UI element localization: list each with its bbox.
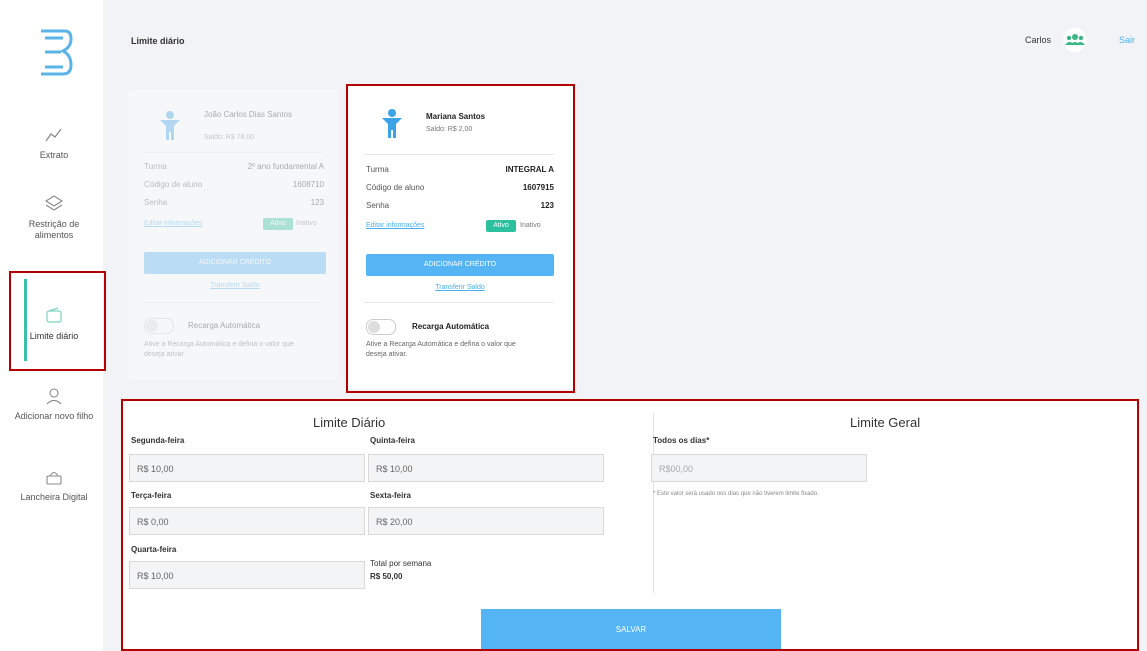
sidebar-item-label: Extrato [39,150,69,160]
transfer-balance-link[interactable]: Transferir Saldo [366,284,554,291]
password-label: Senha [144,198,168,207]
save-button[interactable]: SALVAR [481,609,781,651]
wednesday-label: Quarta-feira [131,545,177,554]
auto-recharge-switch[interactable] [144,318,174,334]
tuesday-label: Terça-feira [131,491,172,500]
exit-link[interactable]: Sair [1119,35,1135,45]
inactive-label: Inativo [296,220,317,227]
layers-icon [44,195,64,211]
topbar: Limite diário Carlos Sair [103,0,1147,80]
child-icon [160,111,180,140]
student-balance: Saldo: R$ 78,00 [204,134,255,141]
main-area: Limite diário Carlos Sair João Carlos Di… [103,0,1147,651]
total-week-value: R$ 50,00 [370,572,403,581]
monday-input[interactable]: R$ 10,00 [129,454,365,482]
password-label: Senha [366,201,390,210]
active-toggle[interactable]: Ativo [263,218,293,230]
basket-icon [46,471,62,485]
users-icon[interactable] [1063,28,1087,52]
sidebar-item-limite-diario[interactable]: Limite diário [10,305,98,342]
student-card[interactable]: João Carlos Dias Santos Saldo: R$ 78,00 … [128,90,338,380]
total-week-label: Total por semana [370,559,432,568]
child-icon [382,109,402,138]
transfer-balance-link[interactable]: Transferir Saldo [144,282,326,289]
friday-label: Sexta-feira [370,491,411,500]
turma-value: 2º ano fundamental A [247,162,324,171]
tuesday-input[interactable]: R$ 0,00 [129,507,365,535]
user-add-icon [46,388,62,405]
code-label: Código de aluno [144,180,203,189]
wednesday-input[interactable]: R$ 10,00 [129,561,365,589]
auto-recharge-desc: Ative a Recarga Automática e defina o va… [366,341,516,358]
auto-recharge-desc: Ative a Recarga Automática e defina o va… [144,341,294,358]
code-value: 1608710 [292,180,324,189]
student-card[interactable]: Mariana Santos Saldo: R$ 2,00 Turma INTE… [348,84,573,389]
sidebar-item-lancheira[interactable]: Lancheira Digital [10,466,98,503]
limite-geral-title: Limite Geral [850,415,921,430]
add-credit-button[interactable]: ADICIONAR CRÉDITO [144,252,326,274]
sidebar: Extrato Restrição de alimentos Limite di… [0,0,103,651]
sidebar-item-label: Restrição de alimentos [28,219,80,240]
all-days-label: Todos os dias* [653,436,710,445]
thursday-label: Quinta-feira [370,436,415,445]
all-days-input[interactable]: R$00,00 [651,454,867,482]
page-title: Limite diário [131,36,185,46]
edit-info-link[interactable]: Editar informações [366,222,424,229]
student-balance: Saldo: R$ 2,00 [426,126,473,133]
auto-recharge-switch[interactable] [366,319,396,335]
monday-label: Segunda-feira [131,436,185,445]
wallet-icon [46,307,62,323]
code-value: 1607915 [522,183,554,192]
friday-input[interactable]: R$ 20,00 [368,507,604,535]
edit-info-link[interactable]: Editar informações [144,220,202,227]
code-label: Código de aluno [366,183,425,192]
sidebar-item-label: Limite diário [29,331,79,341]
sidebar-item-label: Adicionar novo filho [14,411,94,421]
turma-label: Turma [144,162,167,171]
auto-recharge-title: Recarga Automática [188,321,261,330]
student-name: João Carlos Dias Santos [204,110,293,119]
password-value: 123 [540,201,554,210]
chart-line-icon [45,128,62,142]
student-name: Mariana Santos [426,112,486,121]
auto-recharge-title: Recarga Automática [412,322,490,331]
limite-diario-title: Limite Diário [313,415,386,430]
all-days-note: * Este valor será usado nos dias que não… [653,491,819,497]
thursday-input[interactable]: R$ 10,00 [368,454,604,482]
active-toggle[interactable]: Ativo [486,220,516,232]
user-name: Carlos [1025,35,1052,45]
add-credit-button[interactable]: ADICIONAR CRÉDITO [366,254,554,276]
sidebar-item-adicionar-filho[interactable]: Adicionar novo filho [10,385,98,422]
sidebar-item-label: Lancheira Digital [20,492,88,502]
password-value: 123 [310,198,324,207]
logo-icon [41,29,73,76]
sidebar-item-extrato[interactable]: Extrato [10,124,98,161]
inactive-label: Inativo [520,222,541,229]
sidebar-item-restricao[interactable]: Restrição de alimentos [10,193,98,241]
turma-label: Turma [366,165,389,174]
turma-value: INTEGRAL A [505,165,554,174]
